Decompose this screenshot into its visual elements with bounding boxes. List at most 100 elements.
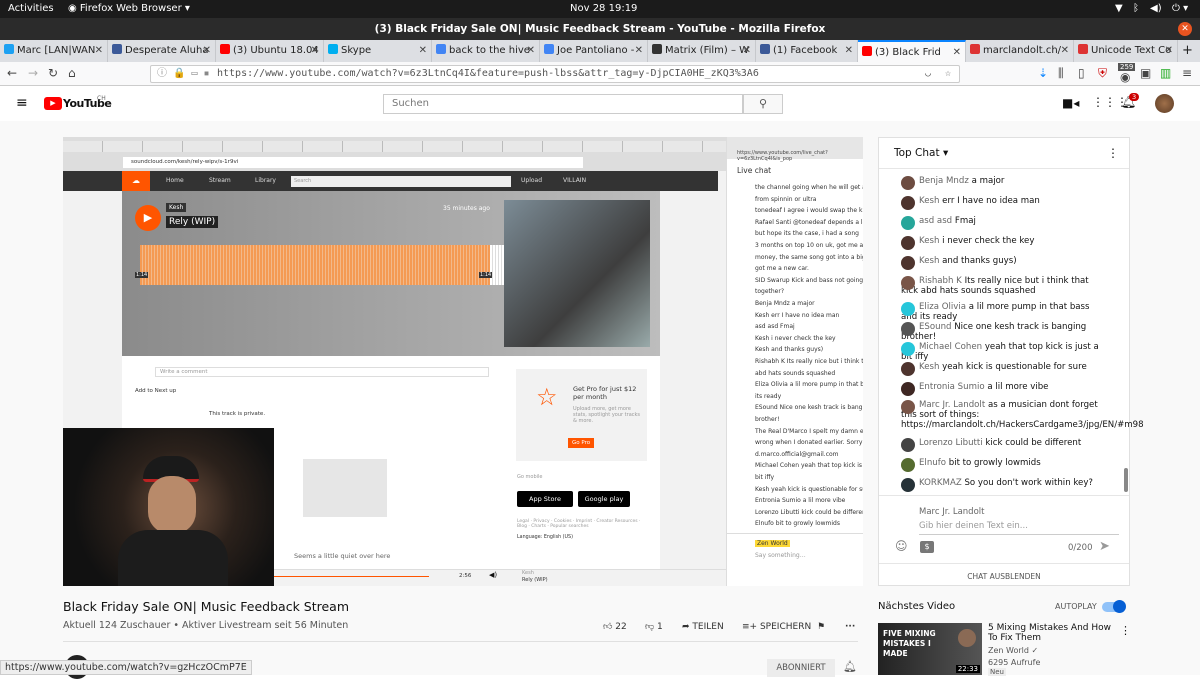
pocket-icon[interactable]: ◡ <box>925 66 931 82</box>
next-video-thumbnail[interactable]: FIVE MIXING MISTAKES I MADE 22:33 <box>878 623 982 675</box>
chat-author[interactable]: Kesh <box>919 362 939 372</box>
bookmark-star-icon[interactable]: ☆ <box>945 66 951 82</box>
next-video-title[interactable]: 5 Mixing Mistakes And How To Fix Them <box>988 623 1116 643</box>
tab[interactable]: (3) Ubuntu 18.04 ✕ <box>216 40 324 62</box>
home-icon[interactable]: ⌂ <box>68 66 76 80</box>
chat-author-avatar[interactable] <box>901 256 915 270</box>
library-icon[interactable]: ⫼ <box>1058 66 1064 81</box>
window-close-button[interactable]: ✕ <box>1178 22 1192 36</box>
chat-author[interactable]: Rishabh K <box>919 276 962 286</box>
tab[interactable]: back to the hive ✕ <box>432 40 540 62</box>
chat-input[interactable]: Gib hier deinen Text ein... <box>919 521 1119 535</box>
menu-icon[interactable]: ≡ <box>1182 66 1192 80</box>
next-channel[interactable]: Zen World ✓ <box>988 646 1038 655</box>
power-icon[interactable]: ⏻ ▾ <box>1172 3 1188 14</box>
chat-author-avatar[interactable] <box>901 458 915 472</box>
screenshot-icon[interactable]: ▣ <box>1140 66 1151 80</box>
ublock-icon[interactable]: ⛨ <box>1098 66 1107 81</box>
reload-icon[interactable]: ↻ <box>48 66 58 80</box>
avatar[interactable] <box>1155 94 1174 113</box>
save-button[interactable]: ≡+ SPEICHERN <box>742 622 811 632</box>
chat-author[interactable]: Lorenzo Libutti <box>919 438 983 448</box>
chat-mode-selector[interactable]: Top Chat ▾ <box>894 147 948 159</box>
close-tab-icon[interactable]: ✕ <box>527 40 535 62</box>
hide-chat-button[interactable]: CHAT AUSBLENDEN <box>879 572 1129 581</box>
super-chat-icon[interactable]: $ <box>920 541 934 553</box>
activities-button[interactable]: Activities <box>8 3 54 14</box>
tab[interactable]: Marc [LAN|WAN ✕ <box>0 40 108 62</box>
tab-active[interactable]: (3) Black Frid ✕ <box>858 40 966 62</box>
chat-author-avatar[interactable] <box>901 302 915 316</box>
notification-bell-icon[interactable]: 🔔︎ <box>843 660 857 673</box>
youtube-logo-icon[interactable]: ▶ <box>44 97 62 110</box>
like-button[interactable]: 👍︎ 22 <box>603 622 627 632</box>
chat-author-avatar[interactable] <box>901 176 915 190</box>
next-more-icon[interactable]: ⋮ <box>1120 624 1131 637</box>
extension-green-icon[interactable]: ▥ <box>1160 66 1171 80</box>
create-video-icon[interactable]: ■◂ <box>1062 96 1079 110</box>
volume-icon[interactable]: ◀) <box>1150 3 1162 14</box>
chat-scrollbar[interactable] <box>1124 468 1128 492</box>
tab[interactable]: marclandolt.ch/✕ <box>966 40 1074 62</box>
wifi-icon[interactable]: ▼ <box>1115 3 1123 14</box>
chat-author[interactable]: KORKMAZ <box>919 478 962 488</box>
close-tab-icon[interactable]: ✕ <box>203 40 211 62</box>
bluetooth-icon[interactable]: ᛒ <box>1133 3 1139 14</box>
close-tab-icon[interactable]: ✕ <box>1165 40 1173 62</box>
download-icon[interactable]: ⇣ <box>1038 66 1048 80</box>
new-tab-button[interactable]: + <box>1178 40 1200 62</box>
chat-author[interactable]: Kesh <box>919 236 939 246</box>
chat-author[interactable]: Benja Mndz <box>919 176 969 186</box>
chat-author[interactable]: Michael Cohen <box>919 342 982 352</box>
chat-author-avatar[interactable] <box>901 478 915 492</box>
chat-author-avatar[interactable] <box>901 196 915 210</box>
chat-author-avatar[interactable] <box>901 216 915 230</box>
report-flag-icon[interactable]: ⚑ <box>817 622 825 632</box>
close-tab-icon[interactable]: ✕ <box>95 40 103 62</box>
chat-author[interactable]: Elnufo <box>919 458 946 468</box>
tab[interactable]: Unicode Text Co ✕ <box>1074 40 1178 62</box>
chat-author[interactable]: Kesh <box>919 196 939 206</box>
tab[interactable]: (1) Facebook ✕ <box>756 40 858 62</box>
close-tab-icon[interactable]: ✕ <box>635 40 643 62</box>
chat-author-avatar[interactable] <box>901 236 915 250</box>
forward-icon[interactable]: → <box>28 66 38 80</box>
clock[interactable]: Nov 28 19:19 <box>570 3 637 14</box>
dislike-button[interactable]: 👎︎ 1 <box>645 622 663 632</box>
extension-icon[interactable]: ◉ <box>1120 70 1130 84</box>
chat-author-avatar[interactable] <box>901 382 915 396</box>
chat-author[interactable]: Kesh <box>919 256 939 266</box>
send-icon[interactable]: ➤ <box>1099 539 1110 554</box>
chat-author-avatar[interactable] <box>901 438 915 452</box>
sidebar-icon[interactable]: ▯ <box>1078 66 1085 80</box>
tab[interactable]: Skype ✕ <box>324 40 432 62</box>
chat-author-avatar[interactable] <box>901 322 915 336</box>
close-tab-icon[interactable]: ✕ <box>311 40 319 62</box>
share-button[interactable]: ➦ TEILEN <box>682 622 724 632</box>
more-actions-icon[interactable]: ··· <box>845 622 855 632</box>
close-tab-icon[interactable]: ✕ <box>419 40 427 62</box>
search-button[interactable]: ⚲ <box>743 94 783 114</box>
close-tab-icon[interactable]: ✕ <box>953 42 961 62</box>
emoji-icon[interactable]: ☺ <box>895 539 908 553</box>
chat-author[interactable]: asd asd <box>919 216 952 226</box>
chat-author-avatar[interactable] <box>901 400 915 414</box>
chat-author-avatar[interactable] <box>901 342 915 356</box>
chat-author-avatar[interactable] <box>901 362 915 376</box>
chat-author[interactable]: Marc Jr. Landolt <box>919 400 985 410</box>
app-menu[interactable]: ◉ Firefox Web Browser ▾ <box>68 3 190 14</box>
chat-more-icon[interactable]: ⋮ <box>1107 146 1119 160</box>
hamburger-menu-icon[interactable]: ≡ <box>16 95 28 111</box>
close-tab-icon[interactable]: ✕ <box>1061 40 1069 62</box>
tab[interactable]: Joe Pantoliano - ✕ <box>540 40 648 62</box>
search-input[interactable]: Suchen <box>383 94 743 114</box>
chat-author[interactable]: Entronia Sumio <box>919 382 985 392</box>
url-bar[interactable]: ⓘ 🔒 ▭ ▪ https://www.youtube.com/watch?v=… <box>150 65 960 83</box>
close-tab-icon[interactable]: ✕ <box>845 40 853 62</box>
site-info-icon[interactable]: ⓘ 🔒 ▭ ▪ <box>157 66 210 82</box>
autoplay-toggle[interactable] <box>1102 600 1126 613</box>
chat-author-avatar[interactable] <box>901 276 915 290</box>
chat-author[interactable]: ESound <box>919 322 952 332</box>
tab[interactable]: Matrix (Film) – W ✕ <box>648 40 756 62</box>
tab[interactable]: Desperate Aluha ✕ <box>108 40 216 62</box>
